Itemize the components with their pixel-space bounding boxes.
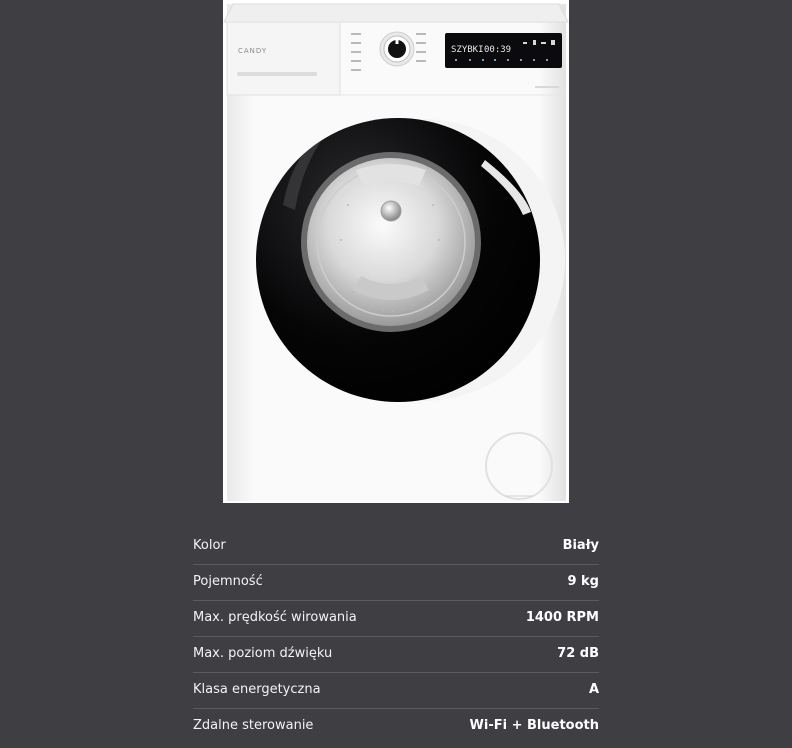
spec-label: Pojemność [193,574,263,589]
spec-value: Wi-Fi + Bluetooth [469,718,599,733]
spec-value: 1400 RPM [525,610,599,625]
machine-top [223,3,569,23]
spec-value: A [588,682,599,697]
model-label [535,86,559,88]
drum-hub [380,200,402,222]
spec-row-energy-class: Klasa energetyczna A [193,673,599,709]
program-dial[interactable] [379,31,415,67]
spec-label: Klasa energetyczna [193,682,321,697]
display-program-text: SZYBKI [451,45,484,55]
spec-value: 9 kg [567,574,599,589]
spec-value: 72 dB [557,646,599,661]
product-image: CANDY SZYBKI 00:39 [223,0,569,503]
spec-row-remote-control: Zdalne sterowanie Wi-Fi + Bluetooth [193,709,599,745]
spec-label: Kolor [193,538,226,553]
spec-label: Zdalne sterowanie [193,718,314,733]
spec-table: Kolor Biały Pojemność 9 kg Max. prędkość… [193,529,599,745]
display-time-text: 00:39 [484,45,511,55]
spec-row-color: Kolor Biały [193,529,599,565]
spec-value: Biały [562,538,599,553]
control-display: SZYBKI 00:39 [445,33,562,68]
drum [307,158,475,326]
brand-logo: CANDY [238,47,267,55]
spec-row-noise-level: Max. poziom dźwięku 72 dB [193,637,599,673]
spec-row-spin-speed: Max. prędkość wirowania 1400 RPM [193,601,599,637]
drawer-handle [237,72,317,76]
detergent-drawer [226,21,341,96]
spec-label: Max. poziom dźwięku [193,646,333,661]
spec-row-capacity: Pojemność 9 kg [193,565,599,601]
spec-label: Max. prędkość wirowania [193,610,357,625]
washing-machine-illustration: CANDY SZYBKI 00:39 [223,3,569,501]
